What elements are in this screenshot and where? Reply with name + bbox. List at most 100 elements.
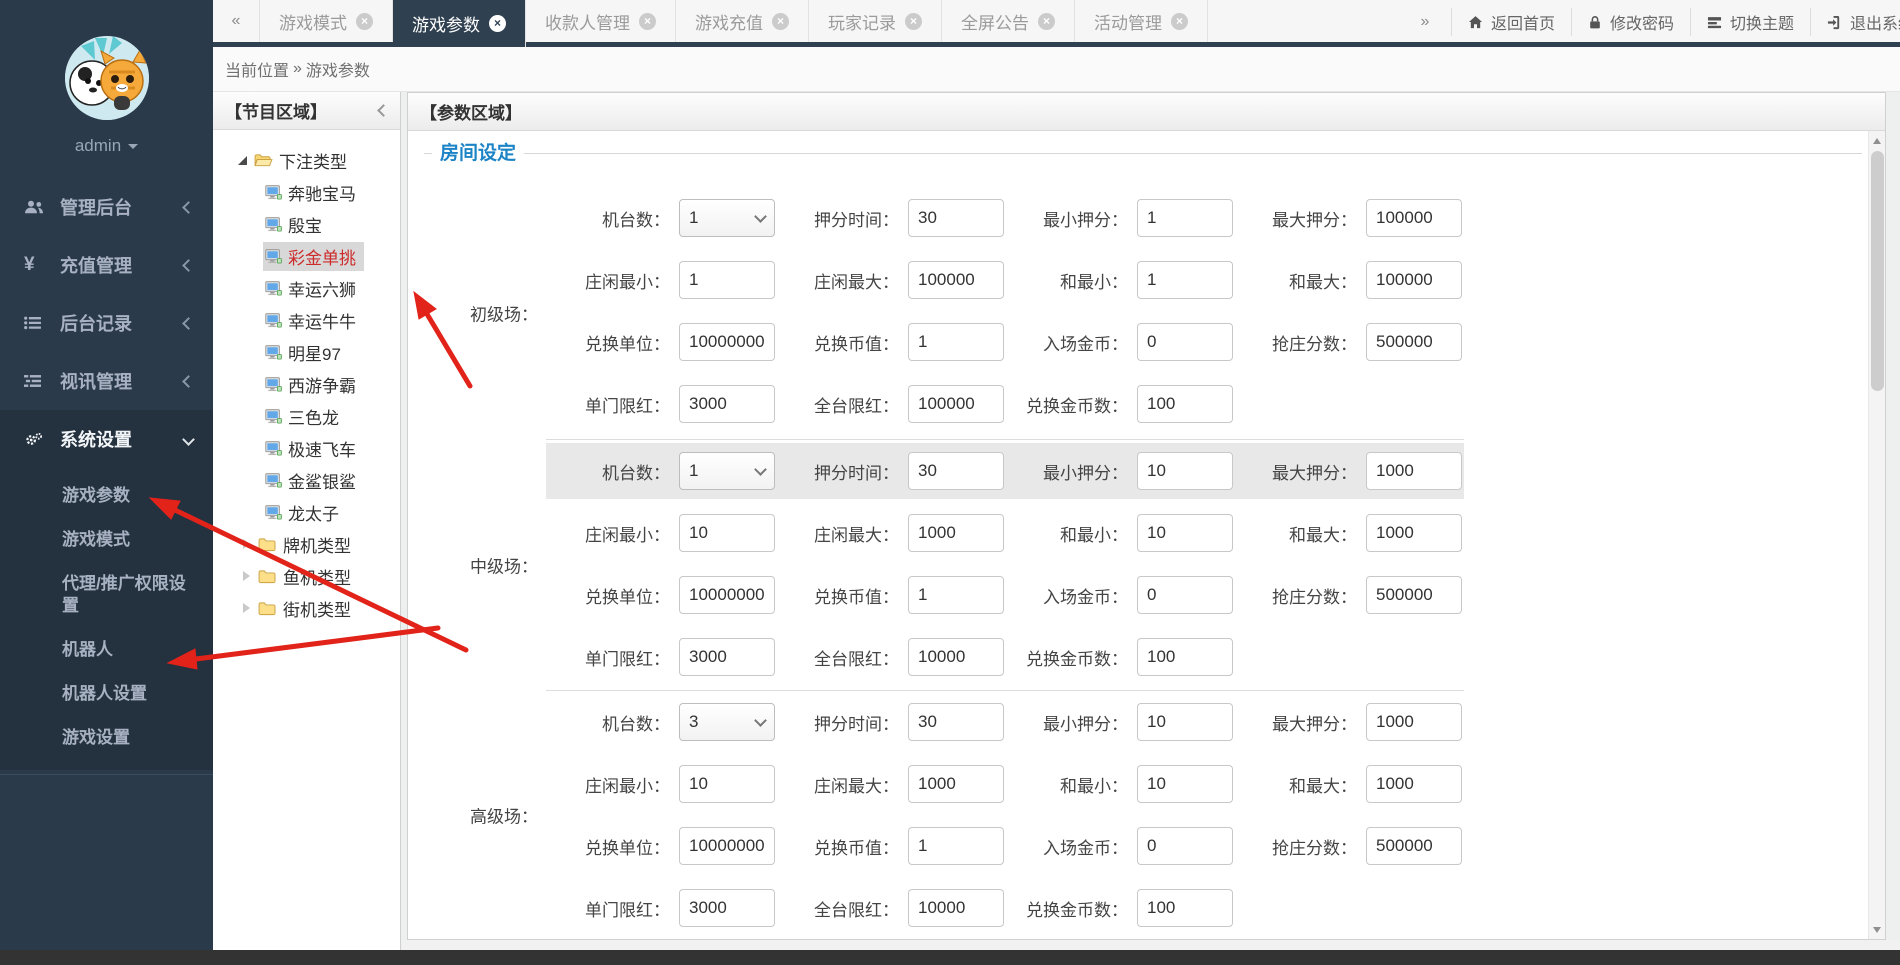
tab-close-icon[interactable]: × <box>772 12 789 30</box>
field-input[interactable] <box>1366 703 1462 741</box>
scroll-down-arrow[interactable] <box>1869 922 1885 937</box>
tree-node-4[interactable]: 幸运六狮 <box>213 272 400 304</box>
expander-closed-icon[interactable] <box>239 539 254 549</box>
field-input[interactable] <box>1137 576 1233 614</box>
tab-close-icon[interactable]: × <box>356 12 373 30</box>
tree-node-7[interactable]: 西游争霸 <box>213 368 400 400</box>
field-input[interactable] <box>679 261 775 299</box>
field-input[interactable] <box>1137 514 1233 552</box>
machine-count-select[interactable]: 1 <box>679 199 775 237</box>
field-input[interactable] <box>908 889 1004 927</box>
field-input[interactable] <box>679 576 775 614</box>
tab-5[interactable]: 全屏公告 × <box>942 0 1075 42</box>
field-input[interactable] <box>1137 452 1233 490</box>
tab-close-icon[interactable]: × <box>905 12 922 30</box>
field-input[interactable] <box>1137 323 1233 361</box>
sidebar-item-2[interactable]: 后台记录 <box>0 294 213 352</box>
tree-node-6[interactable]: 明星97 <box>213 336 400 368</box>
field-input[interactable] <box>679 827 775 865</box>
tree-node-8[interactable]: 三色龙 <box>213 400 400 432</box>
field-input[interactable] <box>908 827 1004 865</box>
tree-node-3[interactable]: 彩金单挑 <box>213 240 400 272</box>
field-input[interactable] <box>1137 199 1233 237</box>
tab-close-icon[interactable]: × <box>1171 12 1188 30</box>
sidebar-item-4[interactable]: 系统设置 <box>0 410 213 468</box>
field-input[interactable] <box>1137 703 1233 741</box>
field-input[interactable] <box>908 199 1004 237</box>
scroll-up-arrow[interactable] <box>1869 133 1885 148</box>
field-input[interactable] <box>679 889 775 927</box>
field-input[interactable] <box>679 385 775 423</box>
tabs-scroll-right-button[interactable]: » <box>1399 13 1451 31</box>
field-input[interactable] <box>1366 452 1462 490</box>
tree-node-9[interactable]: 极速飞车 <box>213 432 400 464</box>
field-input[interactable] <box>908 576 1004 614</box>
top-menu-logout[interactable]: 退出系统 <box>1809 8 1900 36</box>
sidebar-subitem-5[interactable]: 游戏设置 <box>0 716 213 760</box>
expander-closed-icon[interactable] <box>239 603 254 613</box>
field-input[interactable] <box>1366 261 1462 299</box>
tabs-scroll-left-button[interactable]: « <box>213 0 260 42</box>
sidebar-subitem-0[interactable]: 游戏参数 <box>0 474 213 518</box>
sidebar-subitem-3[interactable]: 机器人 <box>0 628 213 672</box>
field-input[interactable] <box>908 703 1004 741</box>
tree-node-0[interactable]: 下注类型 <box>213 144 400 176</box>
vertical-scrollbar[interactable] <box>1868 131 1885 939</box>
field-input[interactable] <box>908 638 1004 676</box>
field-input[interactable] <box>1366 827 1462 865</box>
top-menu-home[interactable]: 返回首页 <box>1450 8 1571 36</box>
field-input[interactable] <box>908 452 1004 490</box>
sidebar-subitem-2[interactable]: 代理/推广权限设置 <box>0 562 213 628</box>
sidebar-subitem-4[interactable]: 机器人设置 <box>0 672 213 716</box>
tab-0[interactable]: 游戏模式 × <box>260 0 393 42</box>
field-input[interactable] <box>1137 638 1233 676</box>
field-input[interactable] <box>679 765 775 803</box>
field-input[interactable] <box>908 765 1004 803</box>
tab-close-icon[interactable]: × <box>1038 12 1055 30</box>
collapse-panel-icon[interactable] <box>377 104 390 117</box>
sidebar-item-0[interactable]: 管理后台 <box>0 178 213 236</box>
field-input[interactable] <box>1137 827 1233 865</box>
field-input[interactable] <box>1366 514 1462 552</box>
avatar[interactable] <box>64 36 149 120</box>
tab-4[interactable]: 玩家记录 × <box>809 0 942 42</box>
tree-node-11[interactable]: 龙太子 <box>213 496 400 528</box>
machine-count-select[interactable]: 3 <box>679 703 775 741</box>
top-menu-theme[interactable]: 切换主题 <box>1689 8 1810 36</box>
expander-open-icon[interactable] <box>235 155 250 165</box>
field-input[interactable] <box>1366 323 1462 361</box>
tree-node-14[interactable]: 街机类型 <box>213 592 400 624</box>
tree-node-10[interactable]: 金鲨银鲨 <box>213 464 400 496</box>
tab-2[interactable]: 收款人管理 × <box>526 0 676 42</box>
tab-close-icon[interactable]: × <box>489 15 506 32</box>
field-input[interactable] <box>1366 199 1462 237</box>
tree-node-1[interactable]: 奔驰宝马 <box>213 176 400 208</box>
sidebar-subitem-1[interactable]: 游戏模式 <box>0 518 213 562</box>
tab-1[interactable]: 游戏参数 × <box>393 0 526 47</box>
scrollbar-thumb[interactable] <box>1871 151 1884 391</box>
field-input[interactable] <box>679 323 775 361</box>
tree-node-2[interactable]: 殷宝 <box>213 208 400 240</box>
top-menu-lock[interactable]: 修改密码 <box>1570 8 1690 36</box>
field-input[interactable] <box>1137 261 1233 299</box>
tab-close-icon[interactable]: × <box>639 12 656 30</box>
field-input[interactable] <box>1137 889 1233 927</box>
tab-6[interactable]: 活动管理 × <box>1075 0 1208 42</box>
user-menu[interactable]: admin <box>0 136 213 156</box>
expander-closed-icon[interactable] <box>239 571 254 581</box>
field-input[interactable] <box>679 638 775 676</box>
field-input[interactable] <box>908 514 1004 552</box>
field-input[interactable] <box>1366 765 1462 803</box>
tab-3[interactable]: 游戏充值 × <box>676 0 809 42</box>
field-input[interactable] <box>1366 576 1462 614</box>
machine-count-select[interactable]: 1 <box>679 452 775 490</box>
sidebar-item-1[interactable]: ¥ 充值管理 <box>0 236 213 294</box>
tree-node-13[interactable]: 鱼机类型 <box>213 560 400 592</box>
field-input[interactable] <box>679 514 775 552</box>
field-input[interactable] <box>908 323 1004 361</box>
field-input[interactable] <box>1137 385 1233 423</box>
sidebar-item-3[interactable]: 视讯管理 <box>0 352 213 410</box>
horizontal-scrollbar[interactable] <box>402 940 1900 950</box>
field-input[interactable] <box>908 385 1004 423</box>
tree-node-12[interactable]: 牌机类型 <box>213 528 400 560</box>
